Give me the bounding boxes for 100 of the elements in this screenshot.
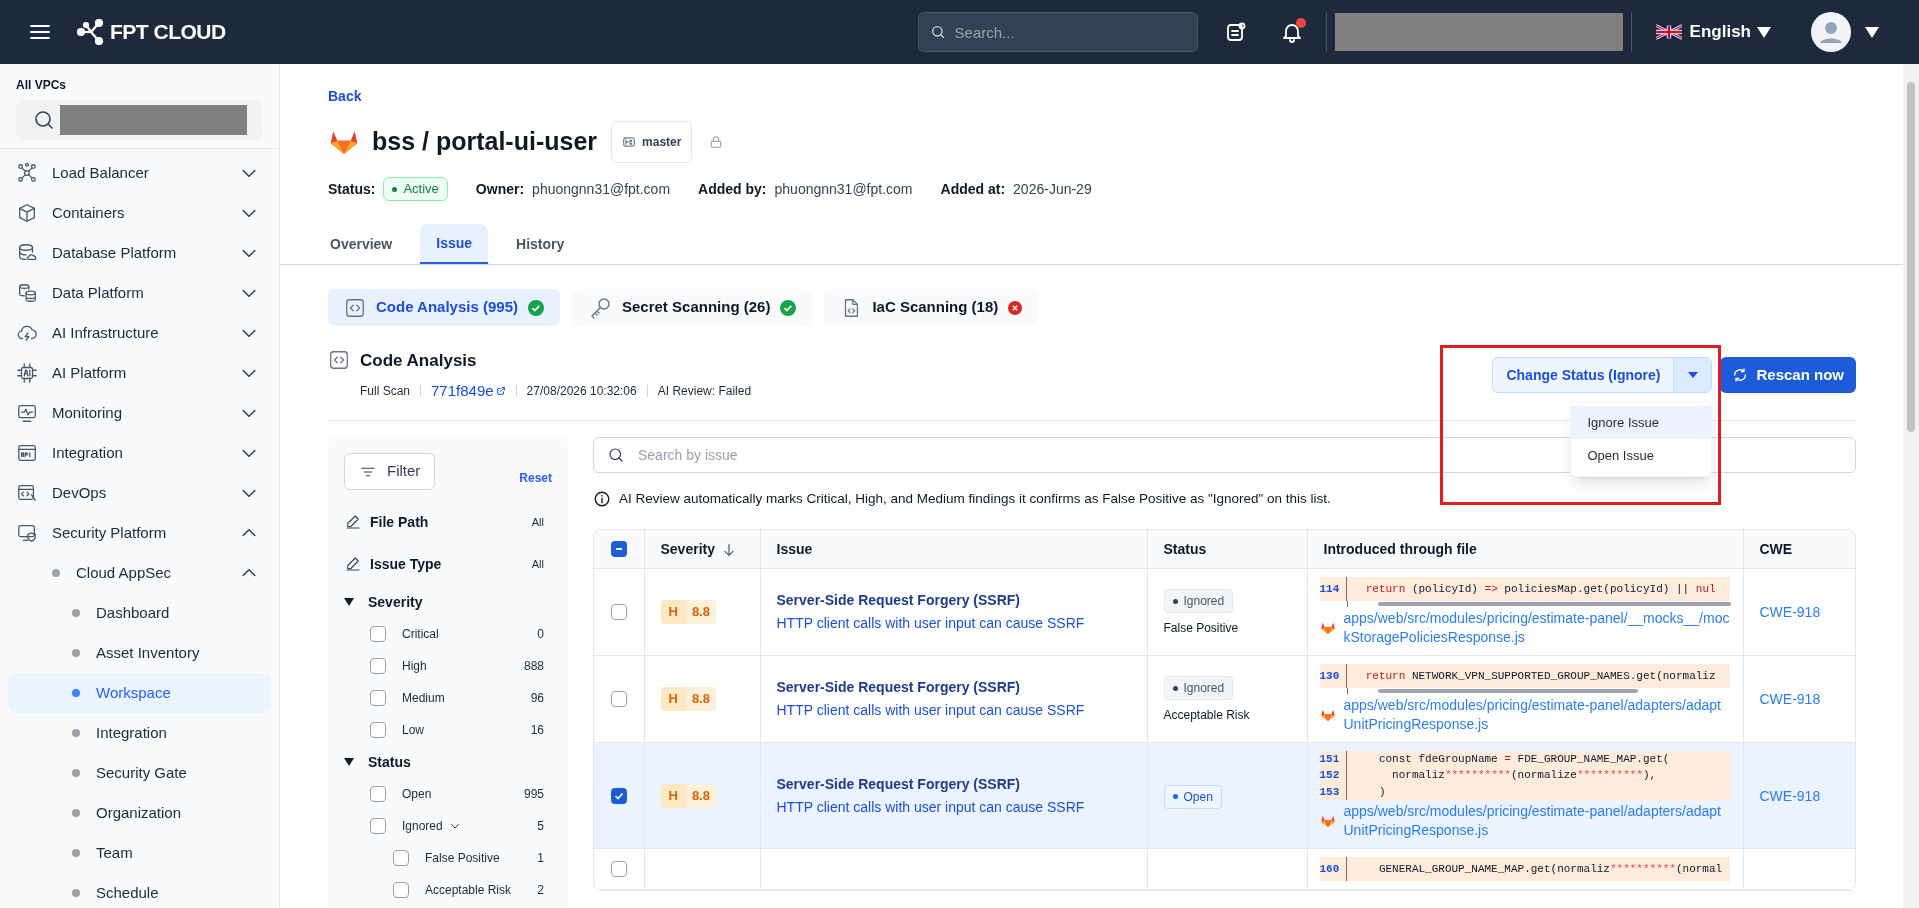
- caret-icon[interactable]: [1865, 26, 1879, 38]
- row-checkbox[interactable]: [610, 861, 627, 878]
- menu-item[interactable]: Open Issue: [1571, 439, 1712, 472]
- meta-label: Status:: [328, 179, 376, 199]
- sidebar-item-icon: [16, 442, 38, 464]
- sidebar-item[interactable]: Security Gate: [8, 753, 271, 793]
- meta-value: phuongnn31@fpt.com: [774, 179, 913, 199]
- notice-text: AI Review automatically marks Critical, High, and Medium findings it confirms as False Positive as "Ignored" on this list.: [619, 490, 1331, 508]
- checkbox[interactable]: [393, 882, 409, 898]
- scrollbar[interactable]: [1903, 64, 1919, 908]
- sidebar-title: All VPCs: [16, 77, 67, 94]
- scan-tab[interactable]: Code Analysis (995): [328, 289, 560, 326]
- sidebar-item[interactable]: Asset Inventory: [8, 633, 271, 673]
- commit-link[interactable]: 771f849e: [431, 379, 506, 402]
- row-checkbox[interactable]: [610, 603, 627, 620]
- dropdown-toggle[interactable]: [1674, 358, 1712, 392]
- file-path-link[interactable]: apps/web/src/modules/pricing/estimate-panel/adapters/adaptUnitPricingResponse.js: [1343, 802, 1731, 841]
- horizontal-scrollbar[interactable]: [1377, 601, 1731, 606]
- row-checkbox[interactable]: [610, 787, 627, 804]
- issue-title-link[interactable]: Server-Side Request Forgery (SSRF): [776, 773, 1131, 795]
- sidebar-item[interactable]: Load Balancer: [0, 153, 279, 193]
- sidebar-item-icon: [16, 402, 38, 424]
- code-line: return (policyId) => policiesMap.get(policyId) || nul: [1364, 581, 1716, 597]
- collapse-icon[interactable]: [344, 757, 354, 767]
- tab[interactable]: Issue: [420, 224, 489, 264]
- vpc-search-field[interactable]: [16, 100, 263, 140]
- bullet-icon: [72, 769, 80, 777]
- sidebar-item[interactable]: Dashboard: [8, 593, 271, 633]
- filter-option-count: 888: [523, 658, 544, 675]
- search-icon: [929, 24, 946, 40]
- cwe-link[interactable]: CWE-918: [1759, 603, 1821, 620]
- sidebar-item[interactable]: Workspace: [8, 673, 271, 713]
- reset-link[interactable]: Reset: [519, 468, 552, 487]
- tab[interactable]: History: [500, 224, 581, 264]
- caret-icon: [1757, 26, 1771, 38]
- sidebar-item[interactable]: Data Platform: [0, 273, 279, 313]
- checkbox[interactable]: [370, 658, 386, 674]
- filter-option-label: Acceptable Risk: [425, 882, 512, 899]
- filter-field-label[interactable]: Issue Type: [370, 553, 532, 575]
- scan-tab[interactable]: IaC Scanning (18): [824, 289, 1039, 326]
- filter-button[interactable]: Filter: [344, 453, 436, 490]
- line-number: 151: [1319, 750, 1347, 768]
- cwe-link[interactable]: CWE-918: [1759, 690, 1821, 707]
- sidebar-item-icon: [16, 202, 38, 224]
- sidebar-item[interactable]: AI Infrastructure: [0, 313, 279, 353]
- sidebar-item[interactable]: Monitoring: [0, 393, 279, 433]
- sidebar-item[interactable]: Containers: [0, 193, 279, 233]
- caret-icon: [1687, 372, 1698, 378]
- line-number: 130: [1319, 663, 1347, 688]
- meta-label: Owner:: [475, 179, 525, 199]
- sidebar-item[interactable]: Security Platform: [0, 513, 279, 553]
- language-selector[interactable]: English: [1689, 19, 1771, 45]
- bullet-icon: [72, 689, 80, 697]
- sidebar-item[interactable]: Schedule: [8, 873, 271, 908]
- checkbox[interactable]: [370, 786, 386, 802]
- sidebar-item[interactable]: Integration: [0, 433, 279, 473]
- checkbox[interactable]: [370, 690, 386, 706]
- sidebar-item[interactable]: Cloud AppSec: [0, 553, 279, 593]
- code-line: GENERAL_GROUP_NAME_MAP.get(normaliz**********(normal: [1377, 862, 1723, 877]
- issue-title-link[interactable]: Server-Side Request Forgery (SSRF): [776, 589, 1131, 611]
- bullet-icon: [72, 889, 80, 897]
- sidebar-item[interactable]: Organization: [8, 793, 271, 833]
- line-number: 152: [1319, 767, 1347, 784]
- column-header: Status: [1163, 540, 1207, 559]
- sort-arrow-icon[interactable]: [721, 541, 737, 558]
- code-line: normaliz**********(normalize**********),: [1391, 768, 1657, 784]
- select-all-checkbox[interactable]: [610, 541, 627, 557]
- checkbox[interactable]: [393, 850, 409, 866]
- rescan-button[interactable]: Rescan now: [1720, 357, 1856, 393]
- search-field[interactable]: Search...: [917, 12, 1198, 52]
- sidebar-item[interactable]: DevOps: [0, 473, 279, 513]
- scan-tab[interactable]: Secret Scanning (26): [572, 289, 813, 326]
- cwe-link[interactable]: CWE-918: [1759, 787, 1821, 804]
- issue-description: HTTP client calls with user input can cause SSRF: [776, 797, 1086, 817]
- file-path-link[interactable]: apps/web/src/modules/pricing/estimate-panel/adapters/adaptUnitPricingResponse.js: [1343, 695, 1731, 734]
- checkbox[interactable]: [370, 722, 386, 738]
- status-badge: Open: [1163, 784, 1222, 809]
- filter-option-count: 5: [537, 818, 544, 835]
- checkbox[interactable]: [370, 818, 386, 834]
- sidebar-item[interactable]: Integration: [8, 713, 271, 753]
- file-path-link[interactable]: apps/web/src/modules/pricing/estimate-panel/__mocks__/mockStoragePoliciesResponse.js: [1343, 608, 1731, 647]
- horizontal-scrollbar[interactable]: [1377, 688, 1638, 693]
- filter-option-count: 2: [537, 882, 544, 899]
- filter-option-count: 0: [537, 626, 544, 643]
- filter-option-label: Medium: [402, 690, 445, 707]
- ai-review-status: AI Review: Failed: [657, 382, 752, 400]
- sidebar-item[interactable]: Team: [8, 833, 271, 873]
- sidebar-item[interactable]: Database Platform: [0, 233, 279, 273]
- avatar-icon[interactable]: [1811, 12, 1851, 52]
- row-checkbox[interactable]: [610, 690, 627, 707]
- checkbox[interactable]: [370, 626, 386, 642]
- collapse-icon[interactable]: [344, 597, 354, 607]
- sidebar-item-icon: [16, 522, 38, 544]
- issue-title-link[interactable]: Server-Side Request Forgery (SSRF): [776, 676, 1131, 698]
- filter-option-label: Critical: [402, 626, 439, 643]
- sidebar-item[interactable]: AI Platform: [0, 353, 279, 393]
- menu-item[interactable]: Ignore Issue: [1571, 406, 1712, 439]
- filter-field-label[interactable]: File Path: [370, 511, 532, 533]
- tab[interactable]: Overview: [314, 224, 409, 264]
- back-link[interactable]: Back: [328, 86, 362, 107]
